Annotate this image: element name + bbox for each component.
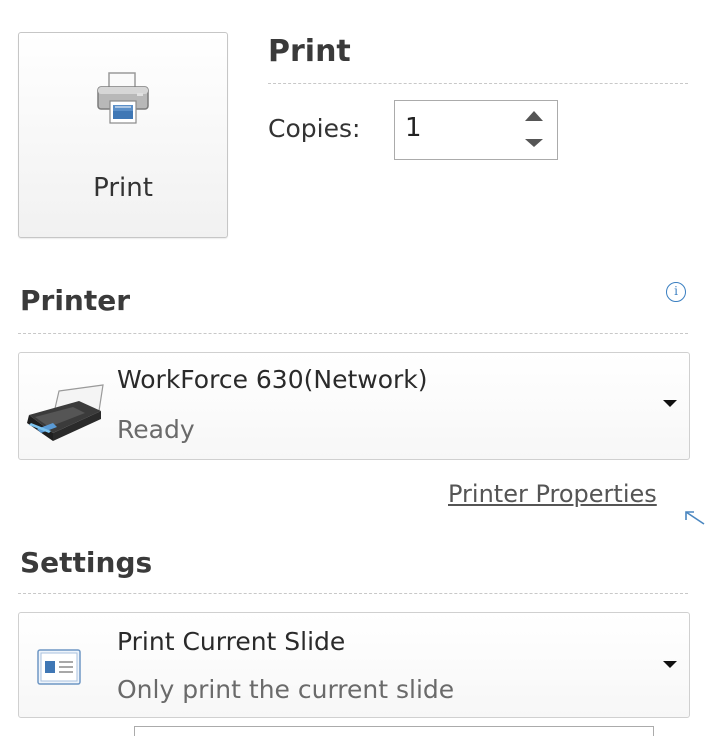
chevron-down-icon[interactable] — [663, 400, 677, 407]
copies-stepper[interactable]: 1 — [394, 100, 558, 160]
print-range-description: Only print the current slide — [117, 675, 455, 704]
info-icon[interactable]: i — [666, 282, 686, 302]
printer-heading: Printer — [20, 284, 131, 317]
printer-heading-divider — [18, 333, 688, 334]
print-button-label: Print — [93, 173, 153, 203]
settings-heading: Settings — [20, 546, 153, 579]
slides-input[interactable] — [134, 726, 654, 736]
print-range-title: Print Current Slide — [117, 627, 346, 656]
spin-up-icon[interactable] — [525, 111, 543, 121]
print-backstage-panel: Print Print Copies: 1 Printer i WorkForc… — [0, 0, 706, 736]
mouse-cursor-icon — [685, 511, 705, 525]
copies-value[interactable]: 1 — [405, 113, 422, 143]
print-range-dropdown[interactable]: Print Current Slide Only print the curre… — [18, 612, 690, 718]
print-heading: Print — [268, 34, 351, 69]
print-heading-divider — [268, 83, 688, 84]
spin-down-icon[interactable] — [525, 139, 543, 147]
printer-dropdown[interactable]: WorkForce 630(Network) Ready — [18, 352, 690, 460]
inkjet-printer-icon — [27, 384, 104, 441]
settings-heading-divider — [18, 593, 688, 594]
printer-icon — [97, 72, 149, 124]
printer-name: WorkForce 630(Network) — [117, 365, 428, 394]
slide-icon — [37, 649, 81, 685]
printer-status: Ready — [117, 415, 195, 444]
print-button[interactable]: Print — [18, 32, 228, 238]
printer-properties-link[interactable]: Printer Properties — [448, 480, 657, 508]
copies-label: Copies: — [268, 114, 361, 143]
chevron-down-icon[interactable] — [663, 661, 677, 668]
